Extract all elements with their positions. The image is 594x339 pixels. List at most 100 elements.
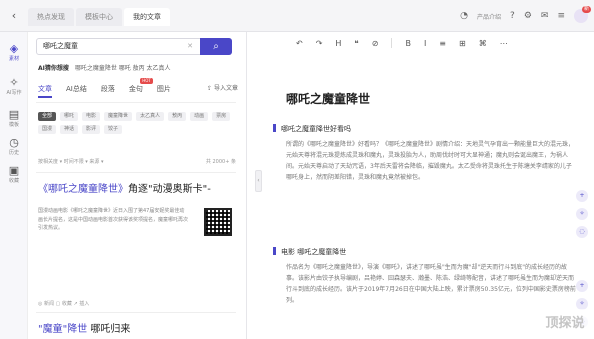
rail-label: 素材 (8, 56, 19, 62)
panel-separator (246, 32, 247, 339)
top-right-actions: ◔ 产品介绍 ? ⚙ ✉ ≡ 新 (460, 6, 591, 23)
chip[interactable]: 电影 (82, 112, 101, 121)
feedback-icon[interactable]: ✉ (541, 11, 549, 21)
subtab-articles[interactable]: 文章 (38, 84, 52, 98)
result-card[interactable]: "魔童"降世 哪吒归来 (38, 320, 238, 335)
ai-icon: ✧ (9, 76, 19, 89)
avatar[interactable]: 新 (574, 6, 591, 23)
chip[interactable]: 动画 (190, 112, 209, 121)
section-paragraph[interactable]: 作品名为《哪吒之魔童降世》，导演《哪吒》，讲述了哪吒虽"生而为魔"却"逆天而行斗… (286, 262, 576, 306)
section-heading[interactable]: 哪吒之魔童降世好看吗 (273, 124, 351, 134)
clock-icon: ◷ (9, 136, 19, 149)
align-icon[interactable]: ≡ (439, 39, 446, 48)
tab-hot[interactable]: 热点发现 (28, 8, 74, 26)
back-arrow-icon[interactable]: ‹ (8, 10, 20, 22)
bell-icon[interactable]: ◔ (460, 11, 468, 21)
settings-icon[interactable]: ⚙ (524, 11, 532, 21)
filter-row: 按相关度 ▾ 时间不限 ▾ 来源 ▾ 共 2000+ 条 (38, 158, 236, 165)
rail-label: 模板 (8, 122, 19, 128)
import-label: 导入文章 (213, 85, 238, 92)
ai-suggestion-items[interactable]: 哪吒之魔童降世 哪吒 敖丙 太乙真人 (75, 65, 171, 72)
more-icon[interactable]: ⋯ (500, 39, 508, 48)
chip[interactable]: 饺子 (104, 125, 123, 134)
subtab-images[interactable]: 图片 (157, 84, 171, 94)
collapse-panel-handle[interactable]: ‹ (255, 170, 262, 192)
subtab-quotes[interactable]: 金句 HOT (128, 78, 153, 94)
doc-icon: ▤ (8, 108, 20, 121)
tab-label: 模板中心 (85, 13, 113, 21)
ai-suggestions-label: AI猜你想搜 (38, 65, 69, 72)
menu-icon[interactable]: ≡ (557, 11, 565, 21)
window-tabs: 热点发现 模板中心 我的文章 (28, 8, 170, 26)
result-count: 共 2000+ 条 (205, 159, 236, 165)
rail-item-ai[interactable]: ✧ AI写作 (0, 76, 28, 97)
search-box: 哪吒之魔童 ✕ ⌕ (36, 38, 232, 55)
comment-icon[interactable]: ◌ (576, 226, 588, 238)
heading-icon[interactable]: H (335, 39, 341, 48)
rail-item-archive[interactable]: ▣ 收藏 (0, 164, 28, 185)
document-title[interactable]: 哪吒之魔童降世 (286, 90, 370, 107)
avatar-badge: 新 (581, 6, 591, 13)
divider (36, 312, 236, 313)
ai-rewrite-icon[interactable]: ✧ (576, 208, 588, 220)
tab-label: 我的文章 (133, 13, 161, 21)
section-marker (273, 124, 276, 132)
chip[interactable]: 全部 (38, 112, 57, 121)
section-paragraph[interactable]: 所谓的《哪吒之魔童降世》好看吗？《哪吒之魔童降世》剧情介绍：天地灵气孕育出一颗能… (286, 139, 576, 183)
result-title: "魔童"降世 哪吒归来 (38, 320, 238, 335)
tab-my-articles[interactable]: 我的文章 (124, 8, 170, 26)
italic-icon[interactable]: I (424, 39, 426, 48)
rail-item-history[interactable]: ◷ 历史 (0, 136, 28, 157)
ai-suggestions: AI猜你想搜 哪吒之魔童降世 哪吒 敖丙 太乙真人 (38, 63, 171, 72)
subtab-label: 金句 (128, 85, 143, 93)
section-heading[interactable]: 电影 哪吒之魔童降世 (273, 247, 346, 257)
material-panel: 哪吒之魔童 ✕ ⌕ AI猜你想搜 哪吒之魔童降世 哪吒 敖丙 太乙真人 文章 A… (28, 32, 246, 339)
top-bar: ‹ 热点发现 模板中心 我的文章 ◔ 产品介绍 ? ⚙ ✉ ≡ 新 (0, 0, 594, 32)
rail-item-templates[interactable]: ▤ 模板 (0, 108, 28, 129)
rail-label: AI写作 (6, 90, 22, 96)
chip[interactable]: 哪吒 (60, 112, 79, 121)
result-title-highlight: "魔童"降世 (38, 324, 88, 335)
subtab-paragraphs[interactable]: 段落 (101, 84, 115, 94)
quote-icon[interactable]: ❝ (354, 39, 358, 48)
tab-label: 热点发现 (37, 13, 65, 21)
section-heading-text: 电影 哪吒之魔童降世 (281, 248, 347, 256)
left-rail: ◈ 素材 ✧ AI写作 ▤ 模板 ◷ 历史 ▣ 收藏 (0, 32, 28, 339)
search-input[interactable]: 哪吒之魔童 (43, 39, 78, 54)
tab-templates[interactable]: 模板中心 (76, 8, 122, 26)
watermark: 顶探说 (536, 309, 594, 339)
chip[interactable]: 敖丙 (168, 112, 187, 121)
result-meta-actions[interactable]: ◎ 新闻 ▢ 收藏 ↗ 插入 (38, 300, 89, 307)
keyword-chips: 全部 哪吒 电影 魔童降世 太乙真人 敖丙 动画 票房 国漫 神话 影评 饺子 (38, 112, 238, 134)
add-icon[interactable]: + (576, 190, 588, 202)
redo-icon[interactable]: ↷ (316, 39, 323, 48)
import-article-button[interactable]: ⇪ 导入文章 (207, 83, 238, 92)
undo-icon[interactable]: ↶ (296, 39, 303, 48)
toolbar-divider (391, 38, 393, 48)
chip[interactable]: 票房 (212, 112, 231, 121)
chip[interactable]: 太乙真人 (136, 112, 165, 121)
search-button[interactable]: ⌕ (200, 38, 232, 55)
chip[interactable]: 魔童降世 (104, 112, 133, 121)
rail-item-materials[interactable]: ◈ 素材 (0, 42, 28, 63)
result-snippet: 国漫动画电影《哪吒之魔童降世》近日入围了第47届安妮奖最佳动画长片提名，这是中国… (38, 208, 189, 231)
result-type-tabs: 文章 AI总结 段落 金句 HOT 图片 (38, 78, 171, 98)
chip[interactable]: 神话 (60, 125, 79, 134)
clear-format-icon[interactable]: ⊘ (372, 39, 379, 48)
add-icon[interactable]: + (576, 280, 588, 292)
bold-icon[interactable]: B (405, 39, 411, 48)
table-icon[interactable]: ⊞ (459, 39, 466, 48)
result-card[interactable]: 《哪吒之魔童降世》角逐"动漫奥斯卡"- 国漫动画电影《哪吒之魔童降世》近日入围了… (38, 180, 238, 236)
filter-dropdowns[interactable]: 按相关度 ▾ 时间不限 ▾ 来源 ▾ (38, 159, 103, 165)
editor-toolbar: ↶ ↷ H ❝ ⊘ B I ≡ ⊞ ⌘ ⋯ (296, 35, 586, 51)
product-intro-link[interactable]: 产品介绍 (477, 12, 501, 21)
layers-icon: ◈ (9, 42, 19, 55)
rail-label: 收藏 (8, 178, 19, 184)
qr-code-image (204, 208, 232, 236)
clear-icon[interactable]: ✕ (187, 39, 193, 54)
link-icon[interactable]: ⌘ (479, 39, 487, 48)
chip[interactable]: 影评 (82, 125, 101, 134)
chip[interactable]: 国漫 (38, 125, 57, 134)
subtab-ai-summary[interactable]: AI总结 (66, 84, 87, 94)
help-icon[interactable]: ? (510, 11, 515, 21)
